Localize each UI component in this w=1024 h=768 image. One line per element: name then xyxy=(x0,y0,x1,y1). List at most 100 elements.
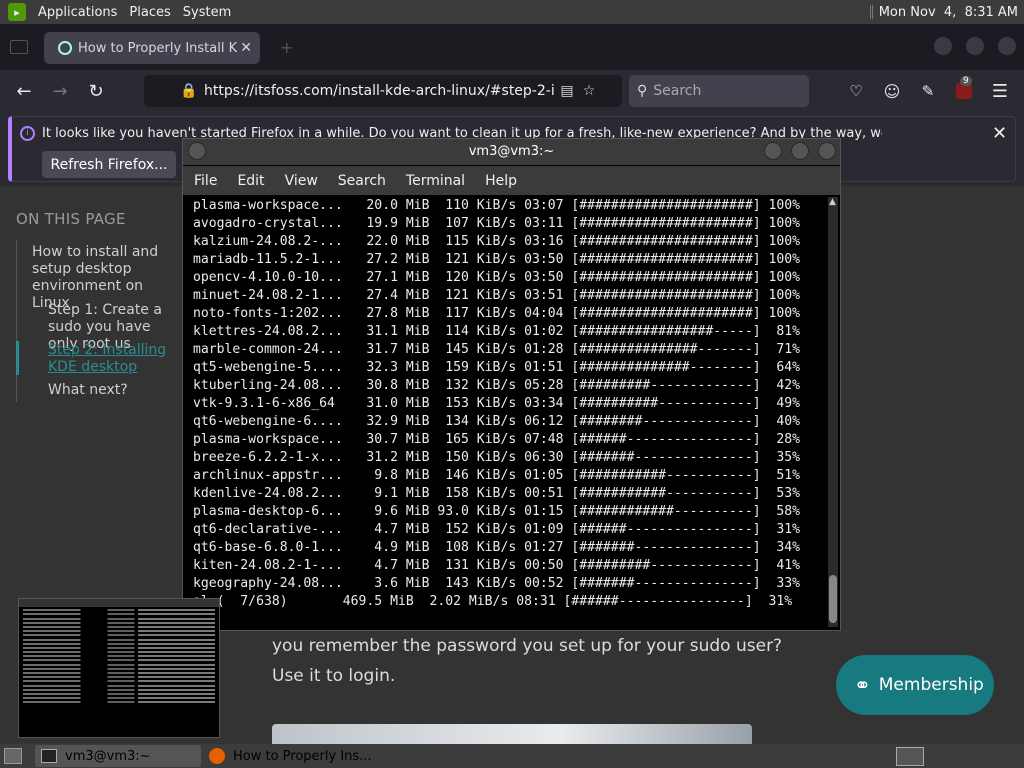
account-icon[interactable]: ☺ xyxy=(879,78,905,104)
terminal-line: breeze-6.2.2-1-x... 31.2 MiB 150 KiB/s 0… xyxy=(193,450,800,465)
workspace-switcher[interactable] xyxy=(896,747,924,766)
terminal-line: kgeography-24.08... 3.6 MiB 143 KiB/s 00… xyxy=(193,576,800,591)
thumbnail-menubar xyxy=(19,599,219,607)
browser-tab[interactable]: How to Properly Install KDE ✕ xyxy=(44,32,260,64)
terminal-menubar: File Edit View Search Terminal Help xyxy=(183,166,840,195)
back-icon[interactable]: ← xyxy=(11,78,37,104)
toc-line xyxy=(16,240,17,402)
terminal-line: plasma-workspace... 20.0 MiB 110 KiB/s 0… xyxy=(193,198,800,213)
terminal-close-button[interactable] xyxy=(818,142,836,160)
search-placeholder: Search xyxy=(653,83,702,99)
terminal-line: qt6-webengine-6.... 32.9 MiB 134 KiB/s 0… xyxy=(193,414,800,429)
thumbnail-row xyxy=(23,630,215,633)
terminal-line: avogadro-crystal... 19.9 MiB 107 KiB/s 0… xyxy=(193,216,800,231)
person-icon: ⚭ xyxy=(854,673,871,697)
terminal-line: archlinux-appstr... 9.8 MiB 146 KiB/s 01… xyxy=(193,468,800,483)
thumbnail-row xyxy=(23,609,215,612)
menu-system[interactable]: System xyxy=(183,5,231,20)
new-tab-icon[interactable]: + xyxy=(280,38,293,57)
minimize-window-button[interactable] xyxy=(934,37,952,55)
terminal-line: marble-common-24... 31.7 MiB 145 KiB/s 0… xyxy=(193,342,800,357)
reload-icon[interactable]: ↻ xyxy=(83,78,109,104)
lock-icon[interactable]: 🔒 xyxy=(178,83,200,99)
terminal-scroll-thumb[interactable] xyxy=(829,575,837,623)
article-image xyxy=(272,724,752,744)
reader-view-icon[interactable]: ▤ xyxy=(556,83,578,99)
terminal-title[interactable]: vm3@vm3:~ xyxy=(183,139,840,165)
thumbnail-row xyxy=(23,613,215,616)
close-tab-icon[interactable]: ✕ xyxy=(240,40,252,56)
terminal-line: minuet-24.08.2-1... 27.4 MiB 121 KiB/s 0… xyxy=(193,288,800,303)
menu-terminal[interactable]: Terminal xyxy=(406,173,465,189)
taskbar-firefox-button[interactable]: How to Properly Ins... xyxy=(205,745,385,767)
terminal-line: qt5-webengine-5.... 32.3 MiB 159 KiB/s 0… xyxy=(193,360,800,375)
menu-search[interactable]: Search xyxy=(338,173,386,189)
terminal-line: kalzium-24.08.2-... 22.0 MiB 115 KiB/s 0… xyxy=(193,234,800,249)
terminal-line: kdenlive-24.08.2... 9.1 MiB 158 KiB/s 00… xyxy=(193,486,800,501)
url-text[interactable]: https://itsfoss.com/install-kde-arch-lin… xyxy=(204,83,556,99)
menu-file[interactable]: File xyxy=(194,173,217,189)
pocket-icon[interactable]: ♡ xyxy=(843,78,869,104)
show-desktop-icon[interactable] xyxy=(4,748,22,764)
body-text-line-1: you remember the password you set up for… xyxy=(272,636,783,656)
toc-heading: ON THIS PAGE xyxy=(16,210,126,228)
thumbnail-row xyxy=(23,642,215,645)
membership-button[interactable]: ⚭ Membership xyxy=(836,655,994,715)
thumbnail-row xyxy=(23,688,215,691)
scroll-up-icon[interactable]: ▲ xyxy=(829,197,836,207)
menu-places[interactable]: Places xyxy=(129,5,170,20)
menu-help[interactable]: Help xyxy=(485,173,517,189)
thumbnail-row xyxy=(23,634,215,637)
terminal-line: kiten-24.08.2-1-... 4.7 MiB 131 KiB/s 00… xyxy=(193,558,800,573)
taskbar-firefox-label: How to Properly Ins... xyxy=(233,748,372,764)
close-notification-icon[interactable]: ✕ xyxy=(992,123,1007,144)
info-icon: i xyxy=(20,126,35,141)
tab-overview-icon[interactable] xyxy=(10,40,28,54)
thumbnail-row xyxy=(23,663,215,666)
terminal-total-line: al ( 7/638) 469.5 MiB 2.02 MiB/s 08:31 [… xyxy=(193,594,793,609)
panel-grip xyxy=(869,5,873,19)
toc-item-step-2[interactable]: Step 2: Installing KDE desktop xyxy=(48,342,184,376)
firefox-icon xyxy=(209,748,225,764)
window-thumbnail-preview xyxy=(18,598,220,738)
bookmark-star-icon[interactable]: ☆ xyxy=(578,83,600,99)
extensions-icon[interactable]: ✎ xyxy=(915,78,941,104)
menu-edit[interactable]: Edit xyxy=(237,173,264,189)
thumbnail-row xyxy=(23,697,215,700)
thumbnail-row xyxy=(23,655,215,658)
forward-icon[interactable]: → xyxy=(47,78,73,104)
thumbnail-row xyxy=(23,701,215,704)
body-text-line-2: Use it to login. xyxy=(272,666,396,686)
close-window-button[interactable] xyxy=(998,37,1016,55)
menu-view[interactable]: View xyxy=(285,173,318,189)
terminal-icon xyxy=(41,749,57,763)
terminal-line: qt6-declarative-... 4.7 MiB 152 KiB/s 01… xyxy=(193,522,800,537)
toc-item-what-next[interactable]: What next? xyxy=(48,382,128,399)
toc-active-marker xyxy=(16,341,19,375)
url-bar[interactable]: 🔒 https://itsfoss.com/install-kde-arch-l… xyxy=(144,75,622,107)
terminal-output[interactable]: plasma-workspace... 20.0 MiB 110 KiB/s 0… xyxy=(186,197,826,627)
refresh-firefox-button[interactable]: Refresh Firefox... xyxy=(42,151,176,178)
thumbnail-row xyxy=(23,676,215,679)
terminal-minimize-button[interactable] xyxy=(764,142,782,160)
terminal-line: ktuberling-24.08... 30.8 MiB 132 KiB/s 0… xyxy=(193,378,800,393)
maximize-window-button[interactable] xyxy=(966,37,984,55)
thumbnail-row xyxy=(23,692,215,695)
terminal-line: vtk-9.3.1-6-x86_64 31.0 MiB 153 KiB/s 03… xyxy=(193,396,800,411)
menu-applications[interactable]: Applications xyxy=(38,5,117,20)
tab-title: How to Properly Install KDE xyxy=(78,40,238,56)
taskbar-terminal-button[interactable]: vm3@vm3:~ xyxy=(35,745,201,767)
applications-icon[interactable]: ▸ xyxy=(8,3,26,21)
thumbnail-row xyxy=(23,638,215,641)
thumbnail-row xyxy=(23,625,215,628)
thumbnail-row xyxy=(23,617,215,620)
search-icon: ⚲ xyxy=(637,83,648,99)
terminal-maximize-button[interactable] xyxy=(791,142,809,160)
clock[interactable]: Mon Nov 4, 8:31 AM xyxy=(879,5,1018,20)
terminal-scrollbar[interactable] xyxy=(828,197,838,627)
hamburger-menu-icon[interactable]: ☰ xyxy=(987,78,1013,104)
thumbnail-row xyxy=(23,684,215,687)
search-input[interactable]: ⚲ Search xyxy=(629,75,809,107)
terminal-menu-button[interactable] xyxy=(188,142,206,160)
extension-badge: 9 xyxy=(960,76,972,86)
